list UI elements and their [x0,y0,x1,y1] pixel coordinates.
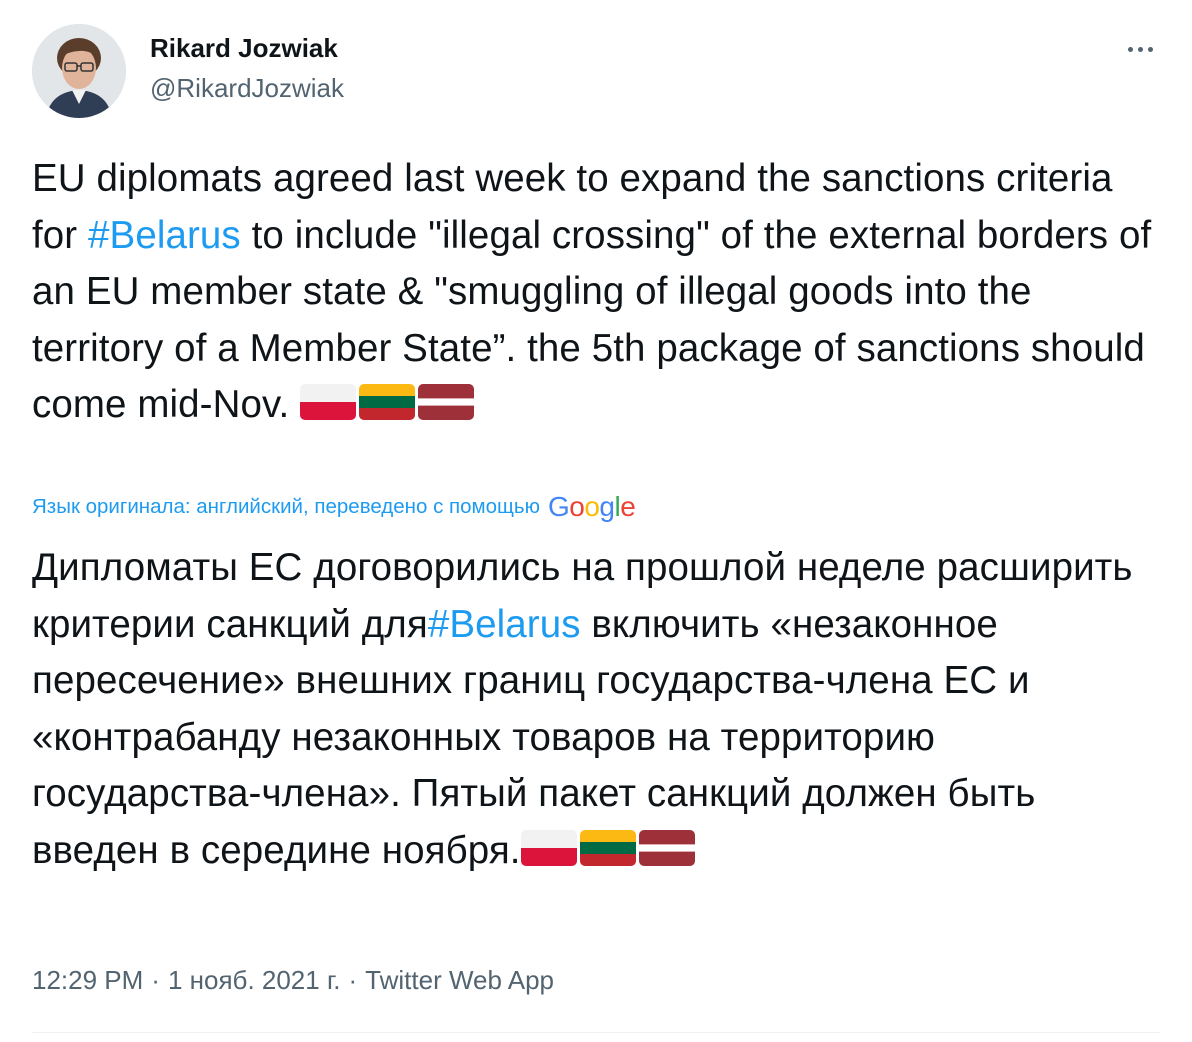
google-logo: Google [547,491,636,522]
lithuania-flag-icon [359,384,416,420]
author-names: Rikard Jozwiak @RikardJozwiak [150,31,344,105]
tweet-date[interactable]: 1 нояб. 2021 г. [168,962,341,998]
tweet-header: Rikard Jozwiak @RikardJozwiak [32,24,1160,118]
lithuania-flag-icon [579,829,636,866]
latvia-flag-icon [418,384,475,420]
tweet-text-translated: Дипломаты ЕС договорились на прошлой нед… [32,540,1172,879]
divider [32,1032,1160,1033]
author-handle[interactable]: @RikardJozwiak [150,71,344,105]
more-dots-icon[interactable] [1120,34,1160,64]
avatar[interactable] [32,24,126,118]
translation-attribution: Язык оригинала: английский, переведено с… [32,491,636,523]
dot [1127,46,1133,52]
hashtag-belarus[interactable]: #Belarus [88,214,241,257]
author-display-name[interactable]: Rikard Jozwiak [150,31,344,65]
hashtag-belarus[interactable]: #Belarus [428,603,581,646]
poland-flag-icon [300,384,357,420]
tweet-time[interactable]: 12:29 PM [32,962,143,998]
poland-flag-icon [520,829,577,866]
dot [1137,46,1143,52]
dot [1147,46,1153,52]
separator: · [348,965,358,995]
tweet-metadata: 12:29 PM · 1 нояб. 2021 г. · Twitter Web… [32,962,554,998]
latvia-flag-icon [638,829,695,866]
tweet-source[interactable]: Twitter Web App [365,962,554,998]
separator: · [151,965,160,995]
translation-label[interactable]: Язык оригинала: английский, переведено с… [32,491,540,523]
tweet: Rikard Jozwiak @RikardJozwiak EU diploma… [0,0,1192,1042]
tweet-text-original: EU diplomats agreed last week to expand … [32,151,1160,434]
